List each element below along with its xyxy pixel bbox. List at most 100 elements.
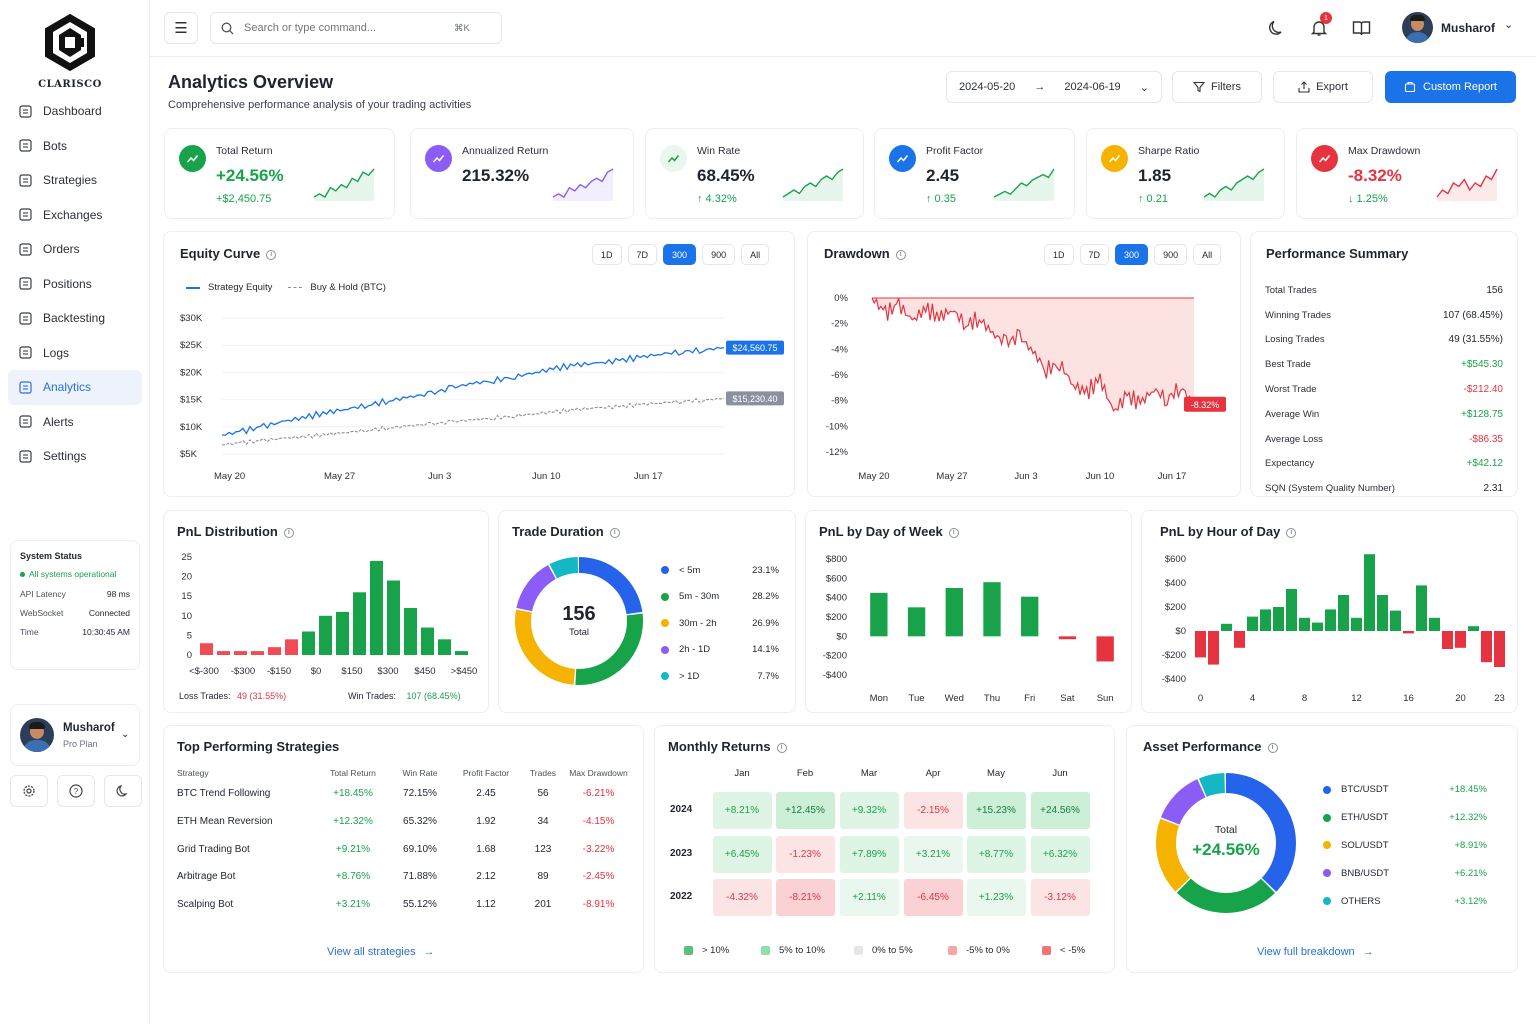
filters-button[interactable]: Filters [1172, 71, 1262, 103]
sidebar-item-exchanges[interactable]: Exchanges [8, 198, 142, 233]
legend-dot-icon [661, 645, 669, 654]
pnl-hour-y-tick: -$400 [1162, 674, 1186, 685]
brand-logo[interactable]: CLARISCO [38, 12, 102, 90]
monthly-cell[interactable]: +3.21% [903, 836, 963, 873]
table-row[interactable]: Scalping Bot +3.21% 55.12% 1.12 201 -8.91% [177, 891, 632, 919]
summary-value: -$86.35 [1469, 433, 1503, 445]
custom-report-button[interactable]: Custom Report [1385, 71, 1516, 103]
monthly-cell[interactable]: +8.77% [966, 836, 1026, 873]
monthly-cell[interactable]: +1.23% [966, 879, 1026, 916]
trade-duration-legend-value: 28.2% [752, 591, 779, 603]
kpi-card-max-drawdown: Max Drawdown -8.32% ↓ 1.25% [1296, 128, 1518, 219]
table-row[interactable]: BTC Trend Following +18.45% 72.15% 2.45 56 -6… [177, 780, 632, 808]
equity-range-7d[interactable]: 7D [627, 244, 658, 265]
sidebar-item-logs[interactable]: Logs [8, 336, 142, 371]
sidebar-item-settings[interactable]: Settings [8, 439, 142, 474]
notifications-button[interactable]: 1 [1310, 12, 1332, 42]
table-cell: 201 [534, 899, 552, 911]
trade-duration-legend-value: 23.1% [752, 564, 779, 576]
search-box[interactable]: ⌘K [210, 12, 502, 44]
asset-total-value: +24.56% [1192, 840, 1260, 859]
docs-button[interactable] [1352, 19, 1371, 42]
info-icon[interactable]: i [266, 249, 277, 260]
sidebar-item-backtesting[interactable]: Backtesting [8, 301, 142, 336]
pnl-hour-card: PnL by Hour of Day i $600 $400 $200 $0 -$200 -… [1141, 510, 1518, 713]
sidebar-item-bots[interactable]: Bots [8, 129, 142, 164]
info-icon[interactable]: i [1286, 527, 1297, 538]
equity-range-300[interactable]: 300 [663, 244, 697, 265]
sidebar-item-positions[interactable]: Positions [8, 267, 142, 302]
info-icon[interactable]: i [283, 527, 294, 538]
view-all-strategies-link[interactable]: View all strategies → [327, 946, 434, 958]
table-row[interactable]: Arbitrage Bot +8.76% 71.88% 2.12 89 -2.45% [177, 863, 632, 891]
monthly-cell[interactable]: +6.32% [1030, 836, 1090, 873]
monthly-cell[interactable]: +12.45% [775, 792, 835, 829]
help-button[interactable]: ? [57, 775, 95, 807]
drawdown-range-900[interactable]: 900 [1154, 244, 1188, 265]
month-header: May [987, 768, 1005, 779]
theme-toggle-button[interactable] [104, 775, 142, 807]
view-full-breakdown-link[interactable]: View full breakdown → [1257, 946, 1374, 958]
summary-key: Worst Trade [1265, 384, 1317, 396]
search-input[interactable] [244, 22, 454, 34]
pnl-hour-bar [1312, 622, 1323, 631]
drawdown-range-1d[interactable]: 1D [1044, 244, 1074, 265]
monthly-cell[interactable]: +7.89% [839, 836, 899, 873]
equity-range-all[interactable]: All [741, 244, 770, 265]
status-row: API Latency 98 ms [20, 589, 130, 599]
pnl-distribution-chart: 25 20 15 10 5 0 <$-300 -$300 -$150 $0 $150 $300 $450… [181, 552, 477, 677]
theme-button[interactable] [1268, 19, 1286, 42]
monthly-cell[interactable]: -8.21% [775, 879, 835, 916]
year-label: 2022 [670, 891, 693, 902]
asset-legend: BTC/USDT +18.45% ETH/USDT +12.32% SOL/USDT +8… [1323, 776, 1487, 915]
settings-shortcut-button[interactable] [10, 775, 48, 807]
pnl-dow-y-tick: -$400 [823, 670, 847, 681]
table-row[interactable]: ETH Mean Reversion +12.32% 65.32% 1.92 34 -4.… [177, 808, 632, 836]
info-icon[interactable]: i [948, 527, 959, 538]
sidebar-item-orders[interactable]: Orders [8, 232, 142, 267]
status-key: API Latency [20, 589, 66, 599]
monthly-cell[interactable]: +8.21% [712, 792, 772, 829]
table-row[interactable]: Grid Trading Bot +9.21% 69.10% 1.68 123 -3.22… [177, 835, 632, 863]
pnl-hour-chart: $600 $400 $200 $0 -$200 -$400 0 4 8 12 16 20 23 [1162, 554, 1505, 704]
trend-up-icon [179, 145, 206, 172]
sidebar-item-analytics[interactable]: Analytics [8, 370, 142, 405]
status-value: 98 ms [106, 589, 130, 599]
table-cell: 71.88% [403, 871, 437, 883]
pnl-dow-x-tick: Wed [945, 693, 964, 704]
equity-range-900[interactable]: 900 [702, 244, 736, 265]
monthly-cell[interactable]: +15.23% [966, 792, 1026, 829]
monthly-returns-grid: Jan Feb Mar Apr May Jun 2024 +8.21% +12.45% +9.32… [655, 726, 1116, 974]
sidebar-item-alerts[interactable]: Alerts [8, 405, 142, 440]
info-icon[interactable]: i [895, 249, 906, 260]
monthly-cell[interactable]: -4.32% [712, 879, 772, 916]
export-button[interactable]: Export [1273, 71, 1373, 103]
equity-range-1d[interactable]: 1D [592, 244, 622, 265]
drawdown-range-300[interactable]: 300 [1115, 244, 1149, 265]
monthly-cell[interactable]: -2.15% [903, 792, 963, 829]
status-key: Time [20, 627, 39, 637]
sidebar-item-dashboard[interactable]: Dashboard [8, 94, 142, 129]
pnl-dow-x-tick: Tue [909, 693, 925, 704]
monthly-cell[interactable]: +6.45% [712, 836, 772, 873]
menu-toggle-button[interactable]: ☰ [164, 12, 198, 44]
sidebar-item-strategies[interactable]: Strategies [8, 163, 142, 198]
kpi-sparkline [1436, 168, 1498, 201]
header-user-menu[interactable]: Musharof ⌄ [1402, 12, 1522, 44]
date-range-picker[interactable]: 2024-05-20 → 2024-06-19 ⌄ [946, 71, 1162, 103]
legend-swatch-icon [948, 946, 957, 955]
info-icon[interactable]: i [1267, 742, 1278, 753]
equity-curve-title: Equity Curve [180, 246, 261, 261]
monthly-cell[interactable]: +9.32% [839, 792, 899, 829]
monthly-cell[interactable]: +2.11% [839, 879, 899, 916]
monthly-cell[interactable]: -6.45% [903, 879, 963, 916]
user-card[interactable]: Musharof Pro Plan ⌄ [10, 704, 140, 766]
monthly-cell[interactable]: -1.23% [775, 836, 835, 873]
drawdown-range-7d[interactable]: 7D [1079, 244, 1110, 265]
info-icon[interactable]: i [609, 527, 620, 538]
monthly-cell[interactable]: -3.12% [1030, 879, 1090, 916]
chevron-down-icon[interactable]: ⌄ [121, 729, 129, 740]
drawdown-range-all[interactable]: All [1193, 244, 1222, 265]
avatar [1402, 12, 1433, 43]
monthly-cell[interactable]: +24.56% [1030, 792, 1090, 829]
